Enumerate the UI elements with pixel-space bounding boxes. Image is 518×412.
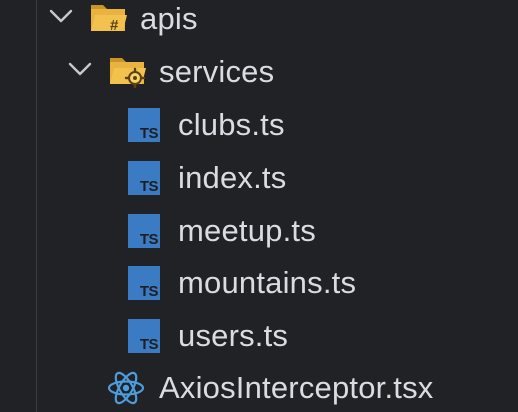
tree-item-component-file[interactable]: AxiosInterceptor.tsx [0, 361, 518, 412]
tree-item-file[interactable]: TS mountains.ts [0, 256, 518, 309]
typescript-icon-badge: TS [139, 336, 159, 353]
tree-item-services-folder[interactable]: services [0, 45, 518, 98]
tree-item-label: clubs.ts [178, 107, 285, 142]
typescript-icon: TS [128, 319, 160, 353]
tree-item-label: users.ts [178, 318, 289, 353]
tree-item-file[interactable]: TS users.ts [0, 309, 518, 362]
typescript-icon: TS [128, 161, 160, 195]
svg-text:#: # [110, 17, 119, 34]
tree-item-label: apis [140, 1, 198, 36]
typescript-icon-badge: TS [139, 125, 159, 142]
typescript-icon-badge: TS [139, 283, 159, 300]
tree-item-label: mountains.ts [178, 265, 357, 300]
chevron-down-icon[interactable] [66, 55, 94, 83]
folder-open-gear-icon [110, 58, 146, 88]
tree-item-file[interactable]: TS clubs.ts [0, 98, 518, 151]
typescript-icon-badge: TS [139, 231, 159, 248]
folder-open-api-icon: # [91, 5, 127, 34]
tree-item-label: meetup.ts [178, 213, 316, 248]
tree-item-label: AxiosInterceptor.tsx [159, 370, 434, 405]
tree-item-apis-folder[interactable]: # apis [0, 0, 518, 45]
react-icon [107, 371, 145, 405]
typescript-icon: TS [128, 266, 160, 300]
tree-item-label: index.ts [178, 160, 287, 195]
chevron-down-icon[interactable] [47, 2, 75, 30]
tree-item-label: services [159, 54, 275, 89]
tree-item-file[interactable]: TS meetup.ts [0, 204, 518, 257]
typescript-icon: TS [128, 108, 160, 142]
typescript-icon-badge: TS [139, 178, 159, 195]
tree-item-file[interactable]: TS index.ts [0, 151, 518, 204]
file-explorer-tree: # apis services TS clubs.ts TS index.ts … [0, 0, 518, 412]
typescript-icon: TS [128, 214, 160, 248]
